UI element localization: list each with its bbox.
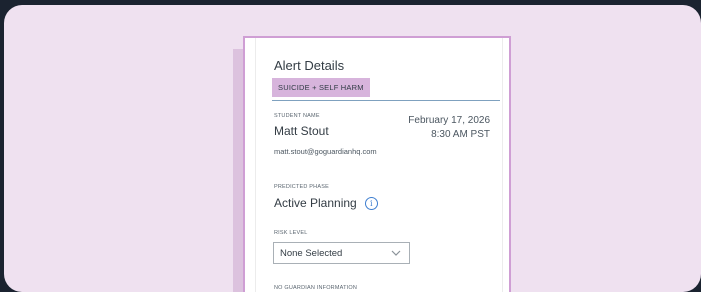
chevron-down-icon: [391, 250, 401, 256]
student-email: matt.stout@goguardianhq.com: [274, 147, 377, 156]
info-icon[interactable]: i: [364, 196, 378, 210]
title-divider: [272, 100, 500, 101]
risk-level-selected-value: None Selected: [280, 248, 343, 259]
alert-date: February 17, 2026: [408, 115, 490, 126]
guardian-info-label: NO GUARDIAN INFORMATION: [274, 285, 358, 291]
alert-details-panel: Alert Details SUICIDE + SELF HARM STUDEN…: [243, 36, 511, 292]
risk-level-select[interactable]: None Selected: [273, 242, 410, 264]
predicted-phase-row: Active Planning i: [274, 196, 378, 210]
risk-level-label: RISK LEVEL: [274, 230, 308, 236]
predicted-phase-label: PREDICTED PHASE: [274, 184, 329, 190]
panel-title: Alert Details: [274, 58, 345, 73]
category-badge: SUICIDE + SELF HARM: [272, 78, 370, 97]
predicted-phase-value: Active Planning: [274, 196, 357, 210]
alert-details-content: Alert Details SUICIDE + SELF HARM STUDEN…: [255, 38, 503, 292]
student-name: Matt Stout: [274, 124, 329, 138]
student-name-label: STUDENT NAME: [274, 113, 320, 119]
alert-time: 8:30 AM PST: [431, 129, 490, 140]
